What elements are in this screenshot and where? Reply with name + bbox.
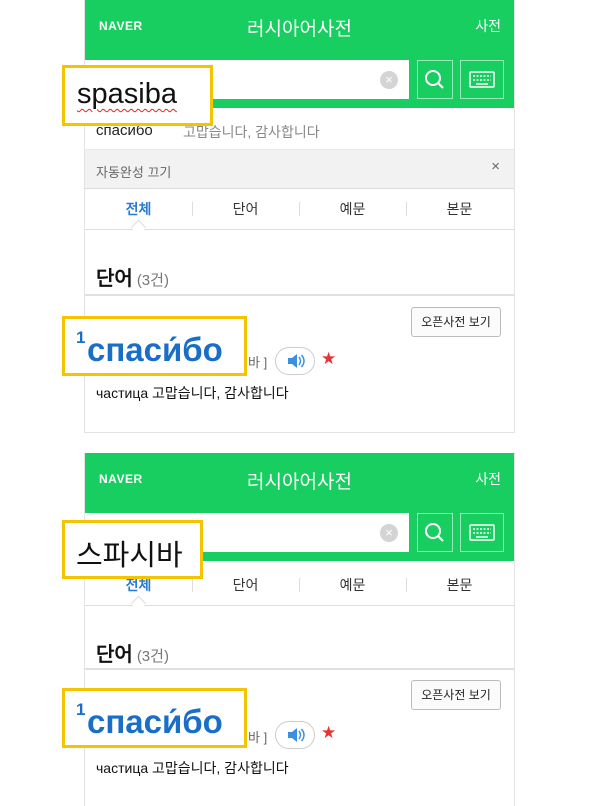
tab-text[interactable]: 본문	[406, 565, 513, 605]
search-button[interactable]	[417, 60, 453, 99]
app-header: NAVER 러시아어사전 사전	[85, 453, 514, 504]
open-dictionary-button[interactable]: 오픈사전 보기	[411, 307, 501, 337]
callout-latin-input: spasiba	[62, 65, 213, 126]
tab-examples[interactable]: 예문	[299, 189, 406, 229]
result-count: (3건)	[136, 648, 169, 665]
entry-meaning: частица 고맙습니다, 감사합니다	[96, 760, 289, 776]
callout-headword-text: спаси́бо 1	[76, 697, 223, 740]
app-header: NAVER 러시아어사전 사전	[85, 0, 514, 51]
open-dictionary-button[interactable]: 오픈사전 보기	[411, 680, 501, 710]
headword-text: спаси́бо	[87, 331, 223, 368]
audio-button[interactable]	[275, 347, 315, 375]
keyboard-icon	[469, 524, 495, 541]
pronunciation-fragment: 바 ]	[248, 355, 268, 370]
audio-button[interactable]	[275, 721, 315, 749]
tab-words[interactable]: 단어	[192, 565, 299, 605]
headword-superscript: 1	[76, 700, 86, 719]
dictionary-link[interactable]: 사전	[475, 16, 501, 36]
dictionary-link[interactable]: 사전	[475, 469, 501, 489]
tab-words[interactable]: 단어	[192, 189, 299, 229]
result-count: (3건)	[136, 272, 169, 289]
speaker-icon	[288, 728, 305, 742]
callout-latin-text: spasiba	[77, 78, 177, 110]
section-title-text: 단어	[96, 644, 133, 666]
clear-icon[interactable]: ×	[380, 524, 398, 542]
close-icon[interactable]: ×	[491, 158, 500, 175]
section-title: 단어 (3건)	[96, 262, 169, 291]
search-button[interactable]	[417, 513, 453, 552]
dictionary-screen-bottom: NAVER 러시아어사전 사전 × 전체 단어 예문 본문 단어 (3건) 오픈…	[84, 453, 515, 806]
section-title-text: 단어	[96, 268, 133, 290]
keyboard-button[interactable]	[460, 513, 504, 552]
star-icon: ★	[321, 723, 337, 742]
callout-headword: спаси́бо 1	[62, 316, 247, 376]
callout-headword: спаси́бо 1	[62, 688, 247, 748]
page-title: 러시아어사전	[247, 19, 352, 40]
entry-meaning: частица 고맙습니다, 감사합니다	[96, 385, 289, 401]
star-icon: ★	[321, 349, 337, 368]
keyboard-icon	[469, 71, 495, 88]
section-divider	[85, 668, 514, 670]
autocomplete-toggle-bar: 자동완성 끄기 ×	[85, 150, 514, 189]
pronunciation-fragment: 바 ]	[248, 730, 268, 745]
page-title: 러시아어사전	[247, 472, 352, 493]
magnifier-icon	[425, 523, 444, 542]
callout-headword-text: спаси́бо 1	[76, 325, 223, 368]
result-tabs: 전체 단어 예문 본문	[85, 189, 514, 236]
callout-korean-text: 스파시바	[76, 540, 183, 572]
keyboard-button[interactable]	[460, 60, 504, 99]
headword-superscript: 1	[76, 328, 86, 347]
tab-examples[interactable]: 예문	[299, 565, 406, 605]
tab-text[interactable]: 본문	[406, 189, 513, 229]
callout-korean-input: 스파시바	[62, 520, 203, 579]
autocomplete-off-button[interactable]: 자동완성 끄기	[96, 162, 171, 181]
speaker-icon	[288, 354, 305, 368]
section-divider	[85, 294, 514, 296]
clear-icon[interactable]: ×	[380, 71, 398, 89]
headword-text: спаси́бо	[87, 703, 223, 740]
section-title: 단어 (3건)	[96, 638, 169, 667]
magnifier-icon	[425, 70, 444, 89]
